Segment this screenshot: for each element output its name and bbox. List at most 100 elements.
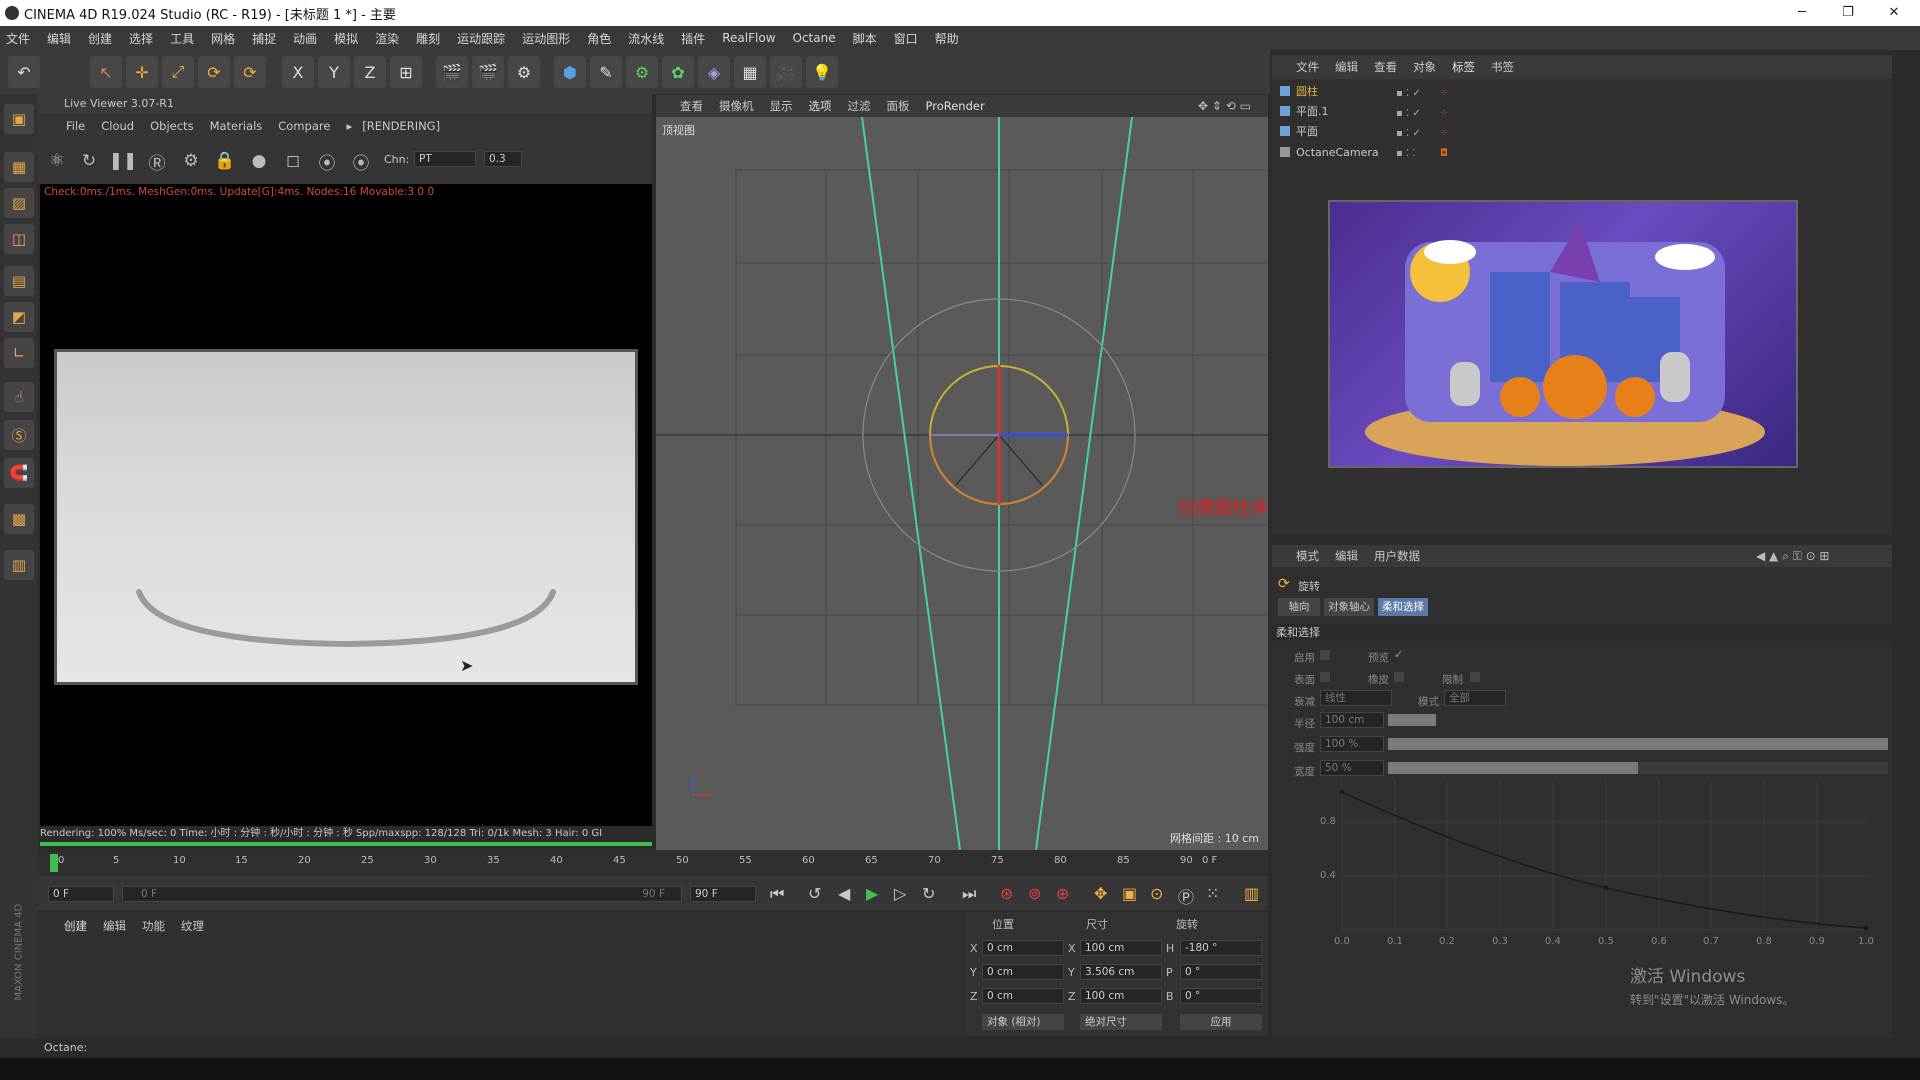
z-axis-lock-button[interactable]: Z bbox=[354, 56, 386, 88]
lv-menu-materials[interactable]: Materials bbox=[210, 119, 263, 133]
menu-file[interactable]: 文件 bbox=[6, 30, 30, 47]
falloff-curve-graph[interactable]: 0.8 0.4 0.0 0.1 0.2 0.3 0.4 0.5 0.6 0.7 … bbox=[1310, 780, 1880, 955]
octane-logo-icon[interactable]: ▣ bbox=[4, 104, 34, 134]
keyframe-selection-icon[interactable]: ⊕ bbox=[1056, 884, 1069, 903]
om-menu-tags[interactable]: 标签 bbox=[1452, 59, 1475, 75]
lv-menu-cloud[interactable]: Cloud bbox=[101, 119, 134, 133]
light-button[interactable]: 💡 bbox=[806, 56, 838, 88]
render-to-picture-viewer-button[interactable]: 🎬 bbox=[472, 56, 504, 88]
key-scale-icon[interactable]: ▣ bbox=[1122, 884, 1137, 903]
menu-plugins[interactable]: 插件 bbox=[681, 30, 705, 47]
render-view-button[interactable]: 🎬 bbox=[436, 56, 468, 88]
vp-menu-panel[interactable]: 面板 bbox=[887, 98, 910, 114]
object-row-plane[interactable]: 平面 bbox=[1280, 121, 1400, 141]
lv-menu-file[interactable]: File bbox=[66, 119, 85, 133]
size-z-field[interactable]: 100 cm bbox=[1080, 988, 1162, 1004]
record-keys-icon[interactable]: ⊛ bbox=[1000, 884, 1013, 903]
viewport-top[interactable] bbox=[656, 95, 1268, 851]
channel-value-field[interactable]: 0.3 bbox=[484, 151, 522, 167]
mode-select[interactable]: 全部 bbox=[1444, 690, 1506, 706]
tab-object-axis[interactable]: 对象轴心 bbox=[1324, 598, 1374, 616]
goto-start-icon[interactable]: ⏮ bbox=[770, 884, 784, 904]
tweak-mode-icon[interactable]: Ⓢ bbox=[4, 420, 34, 450]
select-tool-button[interactable]: ↖ bbox=[90, 56, 122, 88]
am-menu-userdata[interactable]: 用户数据 bbox=[1374, 548, 1420, 564]
settings-gear-icon[interactable]: ⚙ bbox=[178, 148, 204, 174]
object-tags-column[interactable]: ⁘ ⁘ ⁘ ◘ bbox=[1440, 84, 1460, 162]
pick-material-icon[interactable]: ⦿ bbox=[348, 148, 374, 174]
mograph-cloner-button[interactable]: ✿ bbox=[662, 56, 694, 88]
menu-window[interactable]: 窗口 bbox=[894, 30, 918, 47]
object-row-octane-camera[interactable]: OctaneCamera bbox=[1280, 142, 1400, 162]
key-position-icon[interactable]: ✥ bbox=[1094, 884, 1107, 903]
polygons-mode-icon[interactable]: ∟ bbox=[4, 338, 34, 368]
rotation-b-field[interactable]: 0 ° bbox=[1180, 988, 1262, 1004]
om-menu-objects[interactable]: 对象 bbox=[1413, 59, 1436, 75]
viewport-nav-icons[interactable]: ✥ ⇕ ⟲ ▭ bbox=[1198, 99, 1251, 113]
restrict-checkbox[interactable] bbox=[1470, 672, 1480, 682]
model-mode-icon[interactable]: ▦ bbox=[4, 152, 34, 182]
tab-soft-selection[interactable]: 柔和选择 bbox=[1378, 598, 1428, 616]
menu-realflow[interactable]: RealFlow bbox=[722, 31, 775, 45]
lv-menu-objects[interactable]: Objects bbox=[150, 119, 193, 133]
end-frame-field[interactable]: 90 F bbox=[690, 886, 756, 902]
menu-select[interactable]: 选择 bbox=[129, 30, 153, 47]
mat-menu-texture[interactable]: 纹理 bbox=[181, 918, 204, 934]
maximize-button[interactable]: ❐ bbox=[1826, 0, 1870, 26]
menu-create[interactable]: 创建 bbox=[88, 30, 112, 47]
position-z-field[interactable]: 0 cm bbox=[982, 988, 1064, 1004]
clay-render-icon[interactable]: ◻ bbox=[280, 148, 306, 174]
key-rotation-icon[interactable]: ⊙ bbox=[1150, 884, 1163, 903]
menu-mesh[interactable]: 网格 bbox=[211, 30, 235, 47]
channel-select[interactable]: PT bbox=[414, 151, 476, 167]
vp-menu-options[interactable]: 选项 bbox=[809, 98, 832, 114]
coordinate-mode-select[interactable]: 对象 (相对) bbox=[982, 1014, 1064, 1030]
render-settings-button[interactable]: ⚙ bbox=[508, 56, 540, 88]
size-y-field[interactable]: 3.506 cm bbox=[1080, 964, 1162, 980]
workplane-icon[interactable]: ◫ bbox=[4, 224, 34, 254]
menu-snap[interactable]: 捕捉 bbox=[252, 30, 276, 47]
vp-menu-filter[interactable]: 过滤 bbox=[848, 98, 871, 114]
rotation-p-field[interactable]: 0 ° bbox=[1180, 964, 1262, 980]
mat-menu-function[interactable]: 功能 bbox=[142, 918, 165, 934]
strength-field[interactable]: 100 % bbox=[1320, 736, 1384, 752]
menu-animate[interactable]: 动画 bbox=[293, 30, 317, 47]
material-ball-icon[interactable]: ● bbox=[246, 148, 272, 174]
scale-tool-button[interactable]: ⤢ bbox=[162, 56, 194, 88]
falloff-select[interactable]: 线性 bbox=[1320, 690, 1392, 706]
y-axis-lock-button[interactable]: Y bbox=[318, 56, 350, 88]
menu-script[interactable]: 脚本 bbox=[853, 30, 877, 47]
menu-render[interactable]: 渲染 bbox=[375, 30, 399, 47]
region-render-icon[interactable]: Ⓡ bbox=[144, 148, 170, 174]
x-axis-lock-button[interactable]: X bbox=[282, 56, 314, 88]
undo-button[interactable]: ↶ bbox=[8, 56, 40, 88]
vp-menu-cameras[interactable]: 摄像机 bbox=[719, 98, 754, 114]
key-parameter-icon[interactable]: Ⓟ bbox=[1178, 884, 1194, 908]
start-frame-field[interactable]: 0 F bbox=[48, 886, 114, 902]
menu-octane[interactable]: Octane bbox=[793, 31, 836, 45]
prev-key-icon[interactable]: ↺ bbox=[808, 884, 821, 903]
edges-mode-icon[interactable]: ◩ bbox=[4, 302, 34, 332]
minimize-button[interactable]: ─ bbox=[1780, 0, 1824, 26]
position-y-field[interactable]: 0 cm bbox=[982, 964, 1064, 980]
am-menu-edit[interactable]: 编辑 bbox=[1335, 548, 1358, 564]
width-field[interactable]: 50 % bbox=[1320, 760, 1384, 776]
menu-edit[interactable]: 编辑 bbox=[47, 30, 71, 47]
om-menu-edit[interactable]: 编辑 bbox=[1335, 59, 1358, 75]
om-menu-bookmarks[interactable]: 书签 bbox=[1491, 59, 1514, 75]
am-menu-mode[interactable]: 模式 bbox=[1296, 548, 1319, 564]
lock-icon[interactable]: 🔒 bbox=[212, 148, 238, 174]
key-pla-icon[interactable]: ⁙ bbox=[1206, 884, 1219, 903]
width-slider[interactable] bbox=[1388, 762, 1638, 774]
pen-spline-button[interactable]: ✎ bbox=[590, 56, 622, 88]
play-icon[interactable]: ▶ bbox=[866, 884, 878, 903]
move-tool-button[interactable]: ✛ bbox=[126, 56, 158, 88]
menu-help[interactable]: 帮助 bbox=[935, 30, 959, 47]
mat-menu-create[interactable]: 创建 bbox=[64, 918, 87, 934]
apply-button[interactable]: 应用 bbox=[1180, 1014, 1262, 1030]
camera-button[interactable]: 🎥 bbox=[770, 56, 802, 88]
prev-frame-icon[interactable]: ◀ bbox=[838, 884, 850, 903]
restart-render-icon[interactable]: ↻ bbox=[76, 148, 102, 174]
send-scene-icon[interactable]: ⚛ bbox=[44, 148, 70, 174]
autokey-icon[interactable]: ⊚ bbox=[1028, 884, 1041, 903]
